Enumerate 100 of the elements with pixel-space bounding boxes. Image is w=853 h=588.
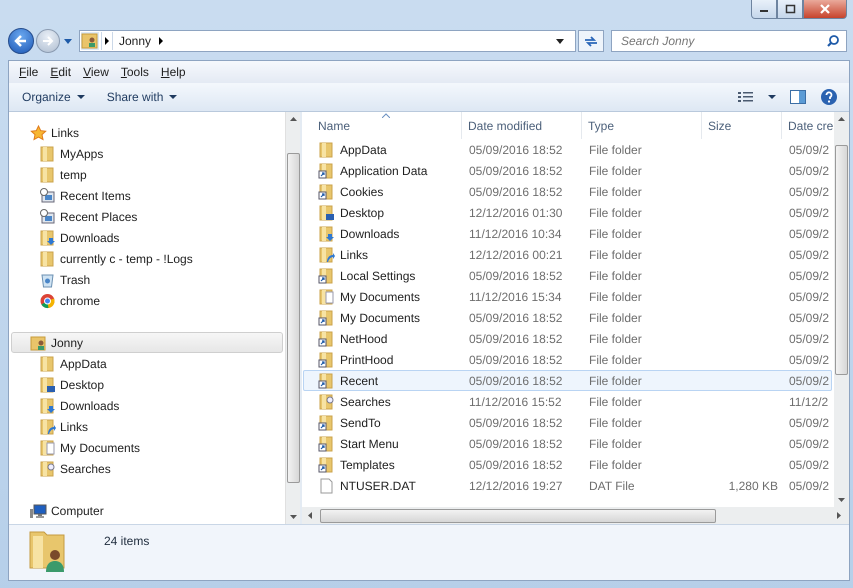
- file-type: File folder: [589, 184, 642, 198]
- date-modified: 05/09/2016 18:52: [469, 184, 562, 198]
- file-row[interactable]: Downloads 11/12/2016 10:34 File folder 05/09/2: [303, 223, 832, 244]
- date-created: 05/09/2: [789, 268, 830, 282]
- menu-item[interactable]: Tools: [114, 65, 155, 79]
- date-created: 05/09/2: [789, 290, 830, 304]
- close-button[interactable]: [803, 0, 847, 19]
- vertical-scrollbar[interactable]: [285, 112, 300, 524]
- file-name: SendTo: [340, 416, 381, 430]
- breadcrumb[interactable]: Jonny: [115, 34, 156, 48]
- back-button[interactable]: [8, 28, 34, 54]
- file-size: 1,280 KB: [728, 478, 778, 492]
- dropdown-icon[interactable]: [555, 37, 565, 45]
- file-row[interactable]: Desktop 12/12/2016 01:30 File folder 05/09/2: [303, 202, 832, 223]
- file-row[interactable]: Cookies 05/09/2016 18:52 File folder 05/09/2: [303, 181, 832, 202]
- user-folder-icon: [30, 334, 47, 350]
- file-row[interactable]: Links 12/12/2016 00:21 File folder 05/09/2: [303, 244, 832, 265]
- navigation-item[interactable]: Desktop: [9, 374, 285, 395]
- file-type: File folder: [589, 142, 642, 156]
- navigation-item[interactable]: Downloads: [9, 395, 285, 416]
- search-bar[interactable]: Search Jonny: [611, 30, 847, 52]
- toolbar-button[interactable]: Organize: [14, 86, 93, 108]
- scroll-down-icon[interactable]: [838, 498, 845, 502]
- file-row[interactable]: Application Data 05/09/2016 18:52 File folder 05/09/2: [303, 160, 832, 181]
- date-modified: 05/09/2016 18:52: [469, 352, 562, 366]
- file-row[interactable]: My Documents 05/09/2016 18:52 File folder 05/09/2: [303, 307, 832, 328]
- horizontal-scrollbar[interactable]: [302, 507, 849, 524]
- minimize-button[interactable]: [751, 0, 777, 19]
- column-header[interactable]: Type: [582, 112, 702, 139]
- caret-icon: [76, 94, 85, 100]
- navigation-item[interactable]: Recent Items: [9, 185, 285, 206]
- date-created: 05/09/2: [789, 164, 830, 178]
- navigation-item[interactable]: Recent Places: [9, 206, 285, 227]
- column-header[interactable]: Date cre: [782, 112, 834, 139]
- maximize-button[interactable]: [777, 0, 803, 19]
- file-name: PrintHood: [340, 352, 394, 366]
- navigation-item[interactable]: Links: [11, 122, 283, 143]
- date-created: 05/09/2: [789, 332, 830, 346]
- file-name: Templates: [340, 458, 395, 472]
- file-row[interactable]: Templates 05/09/2016 18:52 File folder 05/09/2: [303, 454, 832, 475]
- column-header[interactable]: Name: [302, 112, 462, 139]
- caret-icon: [169, 94, 178, 100]
- navigation-item[interactable]: Searches: [9, 458, 285, 479]
- navigation-item[interactable]: MyApps: [9, 143, 285, 164]
- file-row[interactable]: NetHood 05/09/2016 18:52 File folder 05/09/2: [303, 328, 832, 349]
- folder-icon: [39, 146, 56, 162]
- toolbar-button[interactable]: Share with: [98, 86, 186, 108]
- file-type: File folder: [589, 206, 642, 220]
- column-header[interactable]: Date modified: [462, 112, 582, 139]
- date-modified: 11/12/2016 15:52: [469, 394, 562, 408]
- file-row[interactable]: My Documents 11/12/2016 15:34 File folder 05/09/2: [303, 286, 832, 307]
- date-created: 05/09/2: [789, 206, 830, 220]
- scrollbar-thumb[interactable]: [835, 144, 848, 374]
- scroll-up-icon[interactable]: [290, 117, 296, 121]
- navigation-item[interactable]: AppData: [9, 353, 285, 374]
- column-header[interactable]: Size: [702, 112, 782, 139]
- navigation-item[interactable]: Downloads: [9, 227, 285, 248]
- browser-icon: [39, 292, 56, 308]
- navigation-item[interactable]: temp: [9, 164, 285, 185]
- scrollbar-thumb[interactable]: [286, 153, 300, 483]
- scroll-left-icon[interactable]: [308, 512, 312, 519]
- history-dropdown-icon[interactable]: [63, 37, 73, 45]
- star-icon: [30, 124, 47, 140]
- list-view-icon: [738, 91, 754, 103]
- file-type: File folder: [589, 436, 642, 450]
- file-row[interactable]: AppData 05/09/2016 18:52 File folder 05/09/2: [303, 139, 832, 160]
- vertical-scrollbar[interactable]: [834, 112, 849, 507]
- menu-item[interactable]: View: [77, 65, 115, 79]
- menu-item[interactable]: Edit: [44, 65, 78, 79]
- help-icon: [820, 88, 838, 106]
- file-row[interactable]: Searches 11/12/2016 15:52 File folder 11/12/2: [303, 391, 832, 412]
- navigation-item[interactable]: Trash: [9, 269, 285, 290]
- navigation-item[interactable]: Links: [9, 416, 285, 437]
- shortcut-folder-icon: [318, 330, 335, 346]
- menu-item[interactable]: File: [13, 65, 44, 79]
- navigation-item[interactable]: My Documents: [9, 437, 285, 458]
- file-row[interactable]: NTUSER.DAT 12/12/2016 19:27 DAT File 1,280 KB 05/09/2: [303, 475, 832, 496]
- file-name: My Documents: [340, 290, 420, 304]
- navigation-item[interactable]: currently c - temp - !Logs: [9, 248, 285, 269]
- breadcrumb-arrow-icon[interactable]: [101, 32, 113, 50]
- file-row[interactable]: Local Settings 05/09/2016 18:52 File folder 05/09/2: [303, 265, 832, 286]
- scroll-right-icon[interactable]: [837, 512, 841, 519]
- file-row[interactable]: Start Menu 05/09/2016 18:52 File folder 05/09/2: [303, 433, 832, 454]
- scroll-up-icon[interactable]: [838, 117, 845, 121]
- navigation-item[interactable]: Computer: [11, 500, 283, 521]
- recent-icon: [39, 208, 56, 224]
- file-type: File folder: [589, 416, 642, 430]
- search-field[interactable]: Search Jonny: [619, 33, 826, 49]
- file-row[interactable]: Recent 05/09/2016 18:52 File folder 05/09/2: [303, 370, 832, 391]
- file-type: File folder: [589, 394, 642, 408]
- scroll-down-icon[interactable]: [290, 515, 296, 519]
- maximize-icon: [784, 4, 796, 14]
- refresh-button[interactable]: [578, 30, 604, 52]
- scrollbar-thumb[interactable]: [320, 508, 716, 522]
- file-row[interactable]: SendTo 05/09/2016 18:52 File folder 05/09/2: [303, 412, 832, 433]
- menu-item[interactable]: Help: [154, 65, 192, 79]
- navigation-item[interactable]: chrome: [9, 290, 285, 311]
- address-bar[interactable]: Jonny: [79, 30, 576, 52]
- file-row[interactable]: PrintHood 05/09/2016 18:52 File folder 05/09/2: [303, 349, 832, 370]
- navigation-item[interactable]: Jonny: [11, 332, 283, 353]
